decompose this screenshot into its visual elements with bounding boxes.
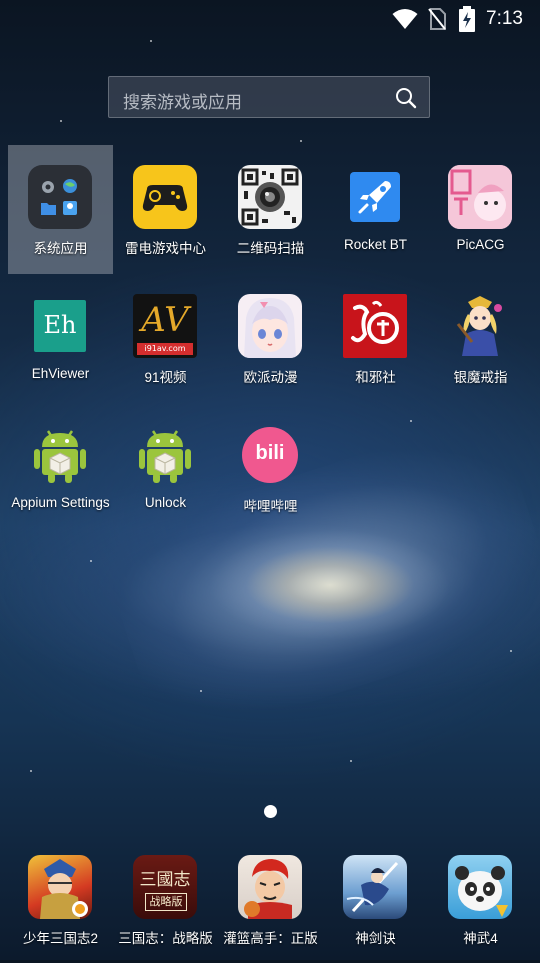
android-icon xyxy=(133,423,197,487)
slam-dunk-icon xyxy=(238,855,302,919)
search-input[interactable]: 搜索游戏或应用 xyxy=(108,76,430,118)
app-label: PicACG xyxy=(456,237,505,252)
app-label: 少年三国志2 xyxy=(22,931,98,946)
app-label: EhViewer xyxy=(31,366,90,381)
app-qr-scanner[interactable]: 二维码扫描 xyxy=(218,145,323,273)
sanguozhi-icon: 三國志 战略版 xyxy=(133,855,197,919)
dock-app-shenjianjue[interactable]: 神剑诀 xyxy=(323,835,428,963)
app-appium-settings[interactable]: Appium Settings xyxy=(8,403,113,531)
app-label: 神武4 xyxy=(463,931,498,946)
dock-app-shaonian-sanguozhi2[interactable]: 少年三国志2 xyxy=(8,835,113,963)
app-label: 欧派动漫 xyxy=(243,370,298,385)
sanguozhi-icon-subtext: 战略版 xyxy=(145,893,187,911)
app-oupai-anime[interactable]: 欧派动漫 xyxy=(218,274,323,402)
app-ehviewer[interactable]: Eh EhViewer xyxy=(8,274,113,402)
app-label: 哔哩哔哩 xyxy=(243,499,298,514)
clock: 7:13 xyxy=(486,8,523,29)
app-label: 91视频 xyxy=(144,370,187,385)
panda-icon xyxy=(448,855,512,919)
app-label: 系统应用 xyxy=(33,241,88,256)
gamepad-icon xyxy=(133,165,197,229)
app-rocket-bt[interactable]: Rocket BT xyxy=(323,145,428,273)
wifi-icon xyxy=(392,9,418,29)
app-label: Appium Settings xyxy=(11,495,110,510)
android-icon xyxy=(28,423,92,487)
battery-charging-icon xyxy=(459,6,475,32)
video-icon: AV i91av.com xyxy=(133,294,197,358)
hexieshe-icon xyxy=(343,294,407,358)
app-picacg[interactable]: PicACG xyxy=(428,145,533,273)
app-91-video[interactable]: AV i91av.com 91视频 xyxy=(113,274,218,402)
app-label: 和邪社 xyxy=(355,370,396,385)
character-icon xyxy=(448,294,512,358)
app-hexieshe[interactable]: 和邪社 xyxy=(323,274,428,402)
dock-app-slam-dunk[interactable]: 灌篮高手：正版 xyxy=(218,835,323,963)
folder-icon xyxy=(28,165,92,229)
game-warrior-icon xyxy=(28,855,92,919)
sword-icon xyxy=(343,855,407,919)
status-bar: 7:13 xyxy=(0,0,540,38)
app-label: 神剑诀 xyxy=(355,931,396,946)
page-indicator-dot[interactable] xyxy=(264,805,277,818)
dock-app-shenwu4[interactable]: 神武4 xyxy=(428,835,533,963)
app-label: Rocket BT xyxy=(343,237,408,252)
bilibili-icon: bili xyxy=(238,423,302,487)
app-leidian-game-center[interactable]: 雷电游戏中心 xyxy=(113,145,218,273)
search-placeholder: 搜索游戏或应用 xyxy=(123,93,242,113)
app-system-apps-folder[interactable]: 系统应用 xyxy=(8,145,113,273)
app-label: Unlock xyxy=(144,495,187,510)
bilibili-icon-text: bili xyxy=(255,442,285,464)
app-silver-magic-ring[interactable]: 银魔戒指 xyxy=(428,274,533,402)
app-label: 银魔戒指 xyxy=(453,370,508,385)
app-label: 雷电游戏中心 xyxy=(125,241,206,256)
ehviewer-icon-text: Eh xyxy=(43,311,77,339)
qr-code-icon xyxy=(238,165,302,229)
dock-app-sanguozhi-strategy[interactable]: 三國志 战略版 三国志：战略版 xyxy=(113,835,218,963)
video-icon-subtext: i91av.com xyxy=(137,343,193,355)
app-label: 二维码扫描 xyxy=(236,241,305,256)
app-unlock[interactable]: Unlock xyxy=(113,403,218,531)
picacg-icon xyxy=(448,165,512,229)
app-label: 灌篮高手：正版 xyxy=(223,931,318,946)
app-label: 三国志：战略版 xyxy=(118,931,213,946)
app-bilibili[interactable]: bili 哔哩哔哩 xyxy=(218,403,323,531)
video-icon-text: AV xyxy=(141,300,189,340)
dock: 少年三国志2 三國志 战略版 三国志：战略版 灌篮高手：正版 神剑诀 神武4 xyxy=(0,840,540,960)
anime-girl-icon xyxy=(238,294,302,358)
no-sim-icon xyxy=(428,8,446,30)
rocket-icon xyxy=(343,165,407,229)
sanguozhi-icon-text: 三國志 xyxy=(139,870,191,890)
ehviewer-icon: Eh xyxy=(28,294,92,358)
search-icon[interactable] xyxy=(395,87,417,109)
